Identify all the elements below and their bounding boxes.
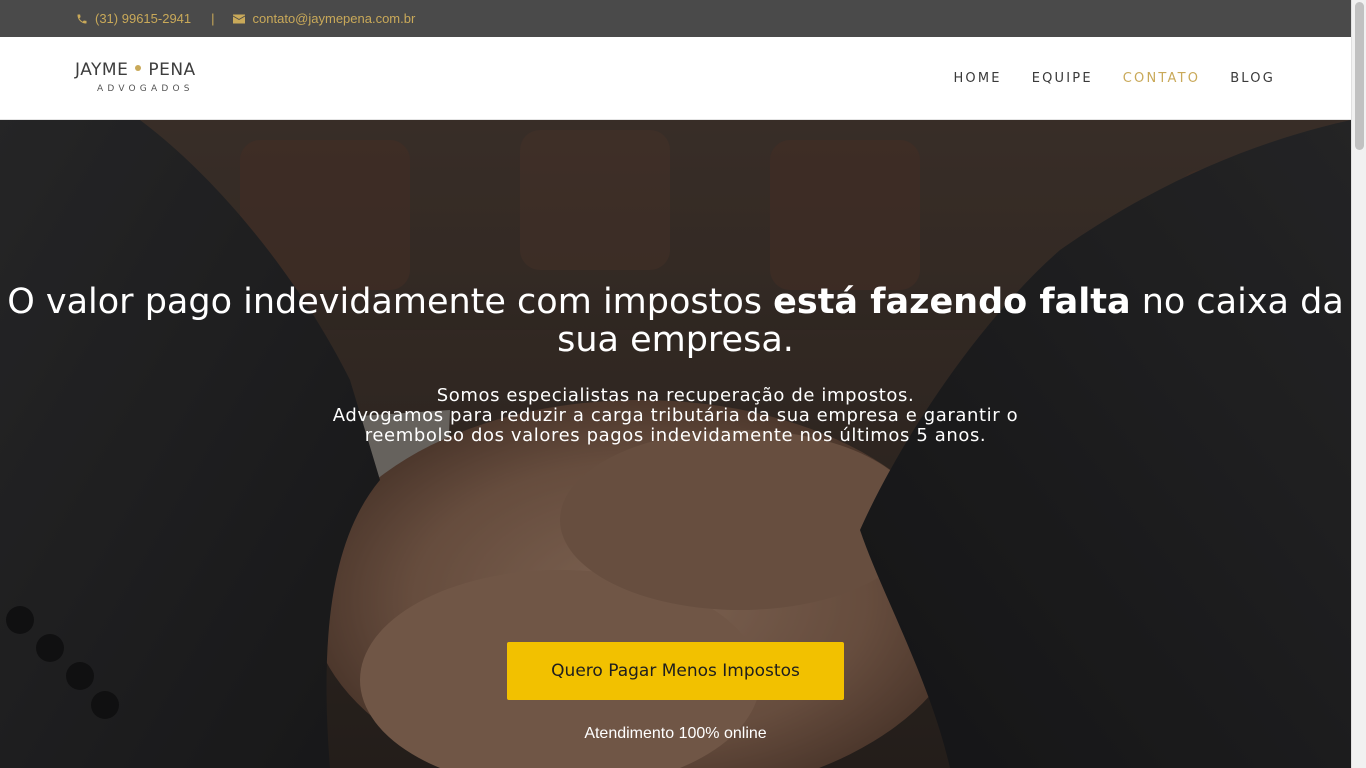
logo-name: JAYME PENA xyxy=(75,60,196,80)
top-info-bar: (31) 99615-2941 | contato@jaymepena.com.… xyxy=(0,0,1351,37)
scrollbar[interactable] xyxy=(1351,0,1366,768)
logo-name-right: PENA xyxy=(148,60,196,80)
phone-number: (31) 99615-2941 xyxy=(95,11,192,26)
nav-item-contato[interactable]: CONTATO xyxy=(1123,71,1200,86)
email-address: contato@jaymepena.com.br xyxy=(252,11,416,26)
logo-name-left: JAYME xyxy=(75,60,129,80)
hero-title: O valor pago indevidamente com impostos … xyxy=(0,283,1351,359)
hero-subtitle-line: Advogamos para reduzir a carga tributári… xyxy=(332,405,1019,426)
hero-title-bold: está fazendo falta xyxy=(773,282,1131,322)
hero-section: O valor pago indevidamente com impostos … xyxy=(0,120,1351,768)
email-contact[interactable]: contato@jaymepena.com.br xyxy=(232,11,416,26)
main-nav: HOME EQUIPE CONTATO BLOG xyxy=(923,37,1275,120)
phone-icon xyxy=(76,13,88,25)
logo-dot xyxy=(135,65,142,71)
hero-title-part1: O valor pago indevidamente com impostos xyxy=(7,282,774,322)
topbar-separator: | xyxy=(211,11,215,26)
hero-subtitle-line: Somos especialistas na recuperação de im… xyxy=(436,385,915,406)
site-header: JAYME PENA ADVOGADOS HOME EQUIPE CONTATO … xyxy=(0,37,1351,120)
nav-item-blog[interactable]: BLOG xyxy=(1230,71,1275,86)
nav-item-equipe[interactable]: EQUIPE xyxy=(1032,71,1093,86)
hero-subtitle-line: reembolso dos valores pagos indevidament… xyxy=(364,425,987,446)
scrollbar-thumb[interactable] xyxy=(1355,2,1364,150)
phone-contact[interactable]: (31) 99615-2941 xyxy=(76,11,191,26)
cta-button[interactable]: Quero Pagar Menos Impostos xyxy=(507,642,844,700)
logo[interactable]: JAYME PENA ADVOGADOS xyxy=(75,60,235,100)
hero-note: Atendimento 100% online xyxy=(584,725,767,742)
hero-subtitle: Somos especialistas na recuperação de im… xyxy=(0,386,1351,446)
nav-item-home[interactable]: HOME xyxy=(953,71,1001,86)
logo-subtitle: ADVOGADOS xyxy=(97,84,194,94)
envelope-icon xyxy=(232,14,245,24)
